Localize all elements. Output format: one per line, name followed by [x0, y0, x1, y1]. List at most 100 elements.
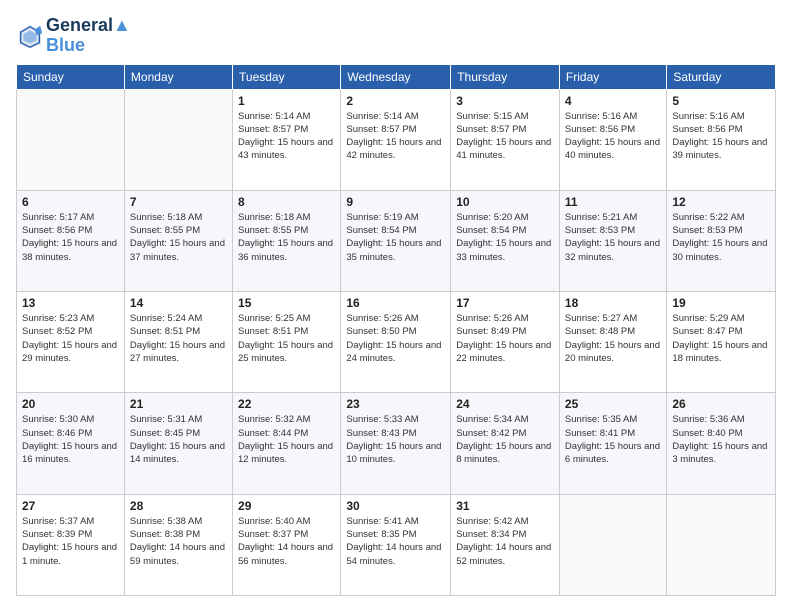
- weekday-header-tuesday: Tuesday: [233, 64, 341, 89]
- day-info: Sunrise: 5:40 AMSunset: 8:37 PMDaylight:…: [238, 515, 335, 568]
- day-info: Sunrise: 5:35 AMSunset: 8:41 PMDaylight:…: [565, 413, 661, 466]
- day-info: Sunrise: 5:16 AMSunset: 8:56 PMDaylight:…: [672, 110, 770, 163]
- day-info: Sunrise: 5:22 AMSunset: 8:53 PMDaylight:…: [672, 211, 770, 264]
- day-number: 3: [456, 94, 554, 108]
- calendar-cell: 30 Sunrise: 5:41 AMSunset: 8:35 PMDayligh…: [341, 494, 451, 595]
- day-info: Sunrise: 5:14 AMSunset: 8:57 PMDaylight:…: [346, 110, 445, 163]
- weekday-header-saturday: Saturday: [667, 64, 776, 89]
- calendar-cell: 4 Sunrise: 5:16 AMSunset: 8:56 PMDaylight…: [559, 89, 666, 190]
- day-number: 19: [672, 296, 770, 310]
- day-number: 9: [346, 195, 445, 209]
- calendar-cell: 18 Sunrise: 5:27 AMSunset: 8:48 PMDayligh…: [559, 292, 666, 393]
- weekday-header-wednesday: Wednesday: [341, 64, 451, 89]
- day-number: 5: [672, 94, 770, 108]
- calendar-cell: 17 Sunrise: 5:26 AMSunset: 8:49 PMDayligh…: [451, 292, 560, 393]
- calendar-cell: 24Sunrise: 5:34 AMSunset: 8:42 PMDayligh…: [451, 393, 560, 494]
- day-info: Sunrise: 5:24 AMSunset: 8:51 PMDaylight:…: [130, 312, 227, 365]
- calendar-week-row: 13Sunrise: 5:23 AMSunset: 8:52 PMDayligh…: [17, 292, 776, 393]
- day-number: 31: [456, 499, 554, 513]
- calendar-cell: 26Sunrise: 5:36 AMSunset: 8:40 PMDayligh…: [667, 393, 776, 494]
- day-number: 8: [238, 195, 335, 209]
- day-info: Sunrise: 5:19 AMSunset: 8:54 PMDaylight:…: [346, 211, 445, 264]
- day-number: 4: [565, 94, 661, 108]
- page: General▲ Blue SundayMondayTuesdayWednesd…: [0, 0, 792, 612]
- calendar-cell: [124, 89, 232, 190]
- day-number: 21: [130, 397, 227, 411]
- day-number: 22: [238, 397, 335, 411]
- calendar-week-row: 1 Sunrise: 5:14 AMSunset: 8:57 PMDaylight…: [17, 89, 776, 190]
- calendar-cell: 20Sunrise: 5:30 AMSunset: 8:46 PMDayligh…: [17, 393, 125, 494]
- calendar-cell: 27 Sunrise: 5:37 AMSunset: 8:39 PMDayligh…: [17, 494, 125, 595]
- calendar-cell: 3 Sunrise: 5:15 AMSunset: 8:57 PMDaylight…: [451, 89, 560, 190]
- calendar-cell: 11Sunrise: 5:21 AMSunset: 8:53 PMDayligh…: [559, 190, 666, 291]
- day-info: Sunrise: 5:31 AMSunset: 8:45 PMDaylight:…: [130, 413, 227, 466]
- calendar-cell: 31 Sunrise: 5:42 AMSunset: 8:34 PMDayligh…: [451, 494, 560, 595]
- calendar-week-row: 6Sunrise: 5:17 AMSunset: 8:56 PMDaylight…: [17, 190, 776, 291]
- day-number: 28: [130, 499, 227, 513]
- day-info: Sunrise: 5:18 AMSunset: 8:55 PMDaylight:…: [130, 211, 227, 264]
- weekday-header-sunday: Sunday: [17, 64, 125, 89]
- day-number: 13: [22, 296, 119, 310]
- calendar-cell: [559, 494, 666, 595]
- day-number: 2: [346, 94, 445, 108]
- calendar-cell: 21 Sunrise: 5:31 AMSunset: 8:45 PMDayligh…: [124, 393, 232, 494]
- day-info: Sunrise: 5:16 AMSunset: 8:56 PMDaylight:…: [565, 110, 661, 163]
- calendar-cell: 19 Sunrise: 5:29 AMSunset: 8:47 PMDayligh…: [667, 292, 776, 393]
- weekday-header-monday: Monday: [124, 64, 232, 89]
- calendar-cell: 12 Sunrise: 5:22 AMSunset: 8:53 PMDayligh…: [667, 190, 776, 291]
- calendar-cell: 29Sunrise: 5:40 AMSunset: 8:37 PMDayligh…: [233, 494, 341, 595]
- day-number: 1: [238, 94, 335, 108]
- calendar-cell: 2 Sunrise: 5:14 AMSunset: 8:57 PMDaylight…: [341, 89, 451, 190]
- logo: General▲ Blue: [16, 16, 131, 56]
- day-number: 23: [346, 397, 445, 411]
- day-info: Sunrise: 5:38 AMSunset: 8:38 PMDaylight:…: [130, 515, 227, 568]
- calendar-cell: 8 Sunrise: 5:18 AMSunset: 8:55 PMDaylight…: [233, 190, 341, 291]
- calendar-cell: 22Sunrise: 5:32 AMSunset: 8:44 PMDayligh…: [233, 393, 341, 494]
- day-info: Sunrise: 5:15 AMSunset: 8:57 PMDaylight:…: [456, 110, 554, 163]
- day-number: 7: [130, 195, 227, 209]
- calendar-table: SundayMondayTuesdayWednesdayThursdayFrid…: [16, 64, 776, 596]
- weekday-header-thursday: Thursday: [451, 64, 560, 89]
- day-info: Sunrise: 5:34 AMSunset: 8:42 PMDaylight:…: [456, 413, 554, 466]
- calendar-cell: 13Sunrise: 5:23 AMSunset: 8:52 PMDayligh…: [17, 292, 125, 393]
- day-info: Sunrise: 5:41 AMSunset: 8:35 PMDaylight:…: [346, 515, 445, 568]
- day-info: Sunrise: 5:42 AMSunset: 8:34 PMDaylight:…: [456, 515, 554, 568]
- day-info: Sunrise: 5:26 AMSunset: 8:49 PMDaylight:…: [456, 312, 554, 365]
- day-info: Sunrise: 5:26 AMSunset: 8:50 PMDaylight:…: [346, 312, 445, 365]
- logo-icon: [16, 22, 44, 50]
- calendar-cell: 7 Sunrise: 5:18 AMSunset: 8:55 PMDaylight…: [124, 190, 232, 291]
- day-number: 18: [565, 296, 661, 310]
- calendar-cell: 5 Sunrise: 5:16 AMSunset: 8:56 PMDaylight…: [667, 89, 776, 190]
- day-info: Sunrise: 5:14 AMSunset: 8:57 PMDaylight:…: [238, 110, 335, 163]
- calendar-cell: [667, 494, 776, 595]
- calendar-cell: 9 Sunrise: 5:19 AMSunset: 8:54 PMDaylight…: [341, 190, 451, 291]
- day-info: Sunrise: 5:17 AMSunset: 8:56 PMDaylight:…: [22, 211, 119, 264]
- day-number: 30: [346, 499, 445, 513]
- calendar-header-row: SundayMondayTuesdayWednesdayThursdayFrid…: [17, 64, 776, 89]
- day-number: 12: [672, 195, 770, 209]
- day-number: 17: [456, 296, 554, 310]
- day-info: Sunrise: 5:25 AMSunset: 8:51 PMDaylight:…: [238, 312, 335, 365]
- calendar-cell: 28 Sunrise: 5:38 AMSunset: 8:38 PMDayligh…: [124, 494, 232, 595]
- calendar-cell: [17, 89, 125, 190]
- calendar-cell: 25Sunrise: 5:35 AMSunset: 8:41 PMDayligh…: [559, 393, 666, 494]
- day-number: 14: [130, 296, 227, 310]
- day-info: Sunrise: 5:20 AMSunset: 8:54 PMDaylight:…: [456, 211, 554, 264]
- calendar-cell: 1 Sunrise: 5:14 AMSunset: 8:57 PMDaylight…: [233, 89, 341, 190]
- day-info: Sunrise: 5:37 AMSunset: 8:39 PMDaylight:…: [22, 515, 119, 568]
- day-info: Sunrise: 5:18 AMSunset: 8:55 PMDaylight:…: [238, 211, 335, 264]
- calendar-cell: 16Sunrise: 5:26 AMSunset: 8:50 PMDayligh…: [341, 292, 451, 393]
- calendar-cell: 15Sunrise: 5:25 AMSunset: 8:51 PMDayligh…: [233, 292, 341, 393]
- calendar-week-row: 20Sunrise: 5:30 AMSunset: 8:46 PMDayligh…: [17, 393, 776, 494]
- day-number: 10: [456, 195, 554, 209]
- calendar-cell: 23Sunrise: 5:33 AMSunset: 8:43 PMDayligh…: [341, 393, 451, 494]
- calendar-cell: 6Sunrise: 5:17 AMSunset: 8:56 PMDaylight…: [17, 190, 125, 291]
- day-number: 20: [22, 397, 119, 411]
- day-number: 26: [672, 397, 770, 411]
- day-info: Sunrise: 5:27 AMSunset: 8:48 PMDaylight:…: [565, 312, 661, 365]
- day-number: 27: [22, 499, 119, 513]
- day-info: Sunrise: 5:29 AMSunset: 8:47 PMDaylight:…: [672, 312, 770, 365]
- calendar-cell: 10 Sunrise: 5:20 AMSunset: 8:54 PMDayligh…: [451, 190, 560, 291]
- calendar-week-row: 27 Sunrise: 5:37 AMSunset: 8:39 PMDayligh…: [17, 494, 776, 595]
- header: General▲ Blue: [16, 16, 776, 56]
